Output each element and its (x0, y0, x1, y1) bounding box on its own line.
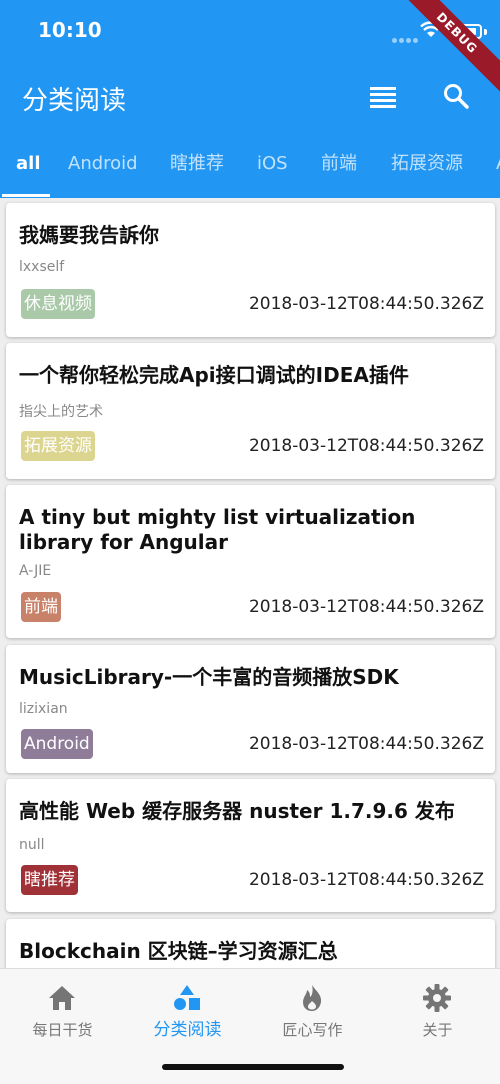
article-card[interactable]: A tiny but mighty list virtualization li… (6, 485, 495, 638)
article-title: MusicLibrary-一个丰富的音频播放SDK (19, 665, 399, 689)
signal-dots-icon (392, 30, 420, 48)
article-title: 高性能 Web 缓存服务器 nuster 1.7.9.6 发布 (19, 799, 455, 823)
nav-label: 匠心写作 (282, 1021, 343, 1039)
nav-item-writing[interactable]: 匠心写作 (250, 969, 375, 1049)
article-author: null (19, 837, 45, 853)
category-tag[interactable]: 瞎推荐 (21, 865, 78, 895)
tab-ios[interactable]: iOS (257, 140, 288, 198)
article-date: 2018-03-12T08:44:50.326Z (248, 870, 484, 890)
article-author: lxxself (19, 259, 65, 275)
article-author: 指尖上的艺术 (19, 404, 103, 420)
article-author: lizixian (19, 701, 68, 717)
status-time: 10:10 (38, 18, 102, 42)
home-icon (49, 986, 75, 1010)
article-card[interactable]: 一个帮你轻松完成Api接口调试的IDEA插件 指尖上的艺术 拓展资源 2018-… (6, 343, 495, 479)
article-card[interactable]: MusicLibrary-一个丰富的音频播放SDK lizixian Andro… (6, 645, 495, 773)
app-header: 10:10 DEBUG 分类阅读 all Android 瞎推荐 iOS 前端 … (0, 0, 500, 198)
category-tag[interactable]: Android (21, 729, 93, 759)
category-tag[interactable]: 拓展资源 (21, 431, 95, 461)
category-tag[interactable]: 休息视频 (21, 289, 95, 319)
category-tabs: all Android 瞎推荐 iOS 前端 拓展资源 A (0, 140, 500, 198)
category-tag[interactable]: 前端 (21, 592, 61, 622)
page-title: 分类阅读 (22, 86, 127, 116)
fire-icon (303, 985, 322, 1011)
article-card[interactable]: 我媽要我告訴你 lxxself 休息视频 2018-03-12T08:44:50… (6, 203, 495, 337)
tab-resources[interactable]: 拓展资源 (391, 140, 463, 198)
category-icon (174, 985, 200, 1010)
article-title: A tiny but mighty list virtualization li… (19, 505, 416, 554)
home-indicator (162, 1064, 344, 1070)
nav-item-daily[interactable]: 每日干货 (0, 969, 125, 1049)
article-date: 2018-03-12T08:44:50.326Z (248, 597, 484, 617)
nav-item-about[interactable]: 关于 (375, 969, 500, 1049)
article-title: 我媽要我告訴你 (19, 223, 159, 247)
tab-more[interactable]: A (496, 140, 500, 198)
article-card[interactable]: 高性能 Web 缓存服务器 nuster 1.7.9.6 发布 null 瞎推荐… (6, 779, 495, 912)
nav-label: 关于 (422, 1021, 453, 1039)
search-icon[interactable] (443, 83, 469, 109)
nav-label: 分类阅读 (153, 1020, 222, 1040)
tab-indicator (2, 194, 50, 197)
nav-item-category[interactable]: 分类阅读 (125, 969, 250, 1049)
article-title: Blockchain 区块链–学习资源汇总 (19, 939, 338, 963)
list-menu-icon[interactable] (370, 86, 396, 108)
tab-all[interactable]: all (16, 140, 41, 198)
article-author: A-JIE (19, 563, 52, 579)
article-title: 一个帮你轻松完成Api接口调试的IDEA插件 (19, 363, 409, 387)
article-date: 2018-03-12T08:44:50.326Z (248, 734, 484, 754)
article-date: 2018-03-12T08:44:50.326Z (248, 294, 484, 314)
tab-android[interactable]: Android (68, 140, 138, 198)
nav-label: 每日干货 (32, 1021, 93, 1039)
gear-icon (423, 984, 451, 1012)
tab-recommend[interactable]: 瞎推荐 (170, 140, 224, 198)
article-date: 2018-03-12T08:44:50.326Z (248, 436, 484, 456)
tab-frontend[interactable]: 前端 (321, 140, 357, 198)
